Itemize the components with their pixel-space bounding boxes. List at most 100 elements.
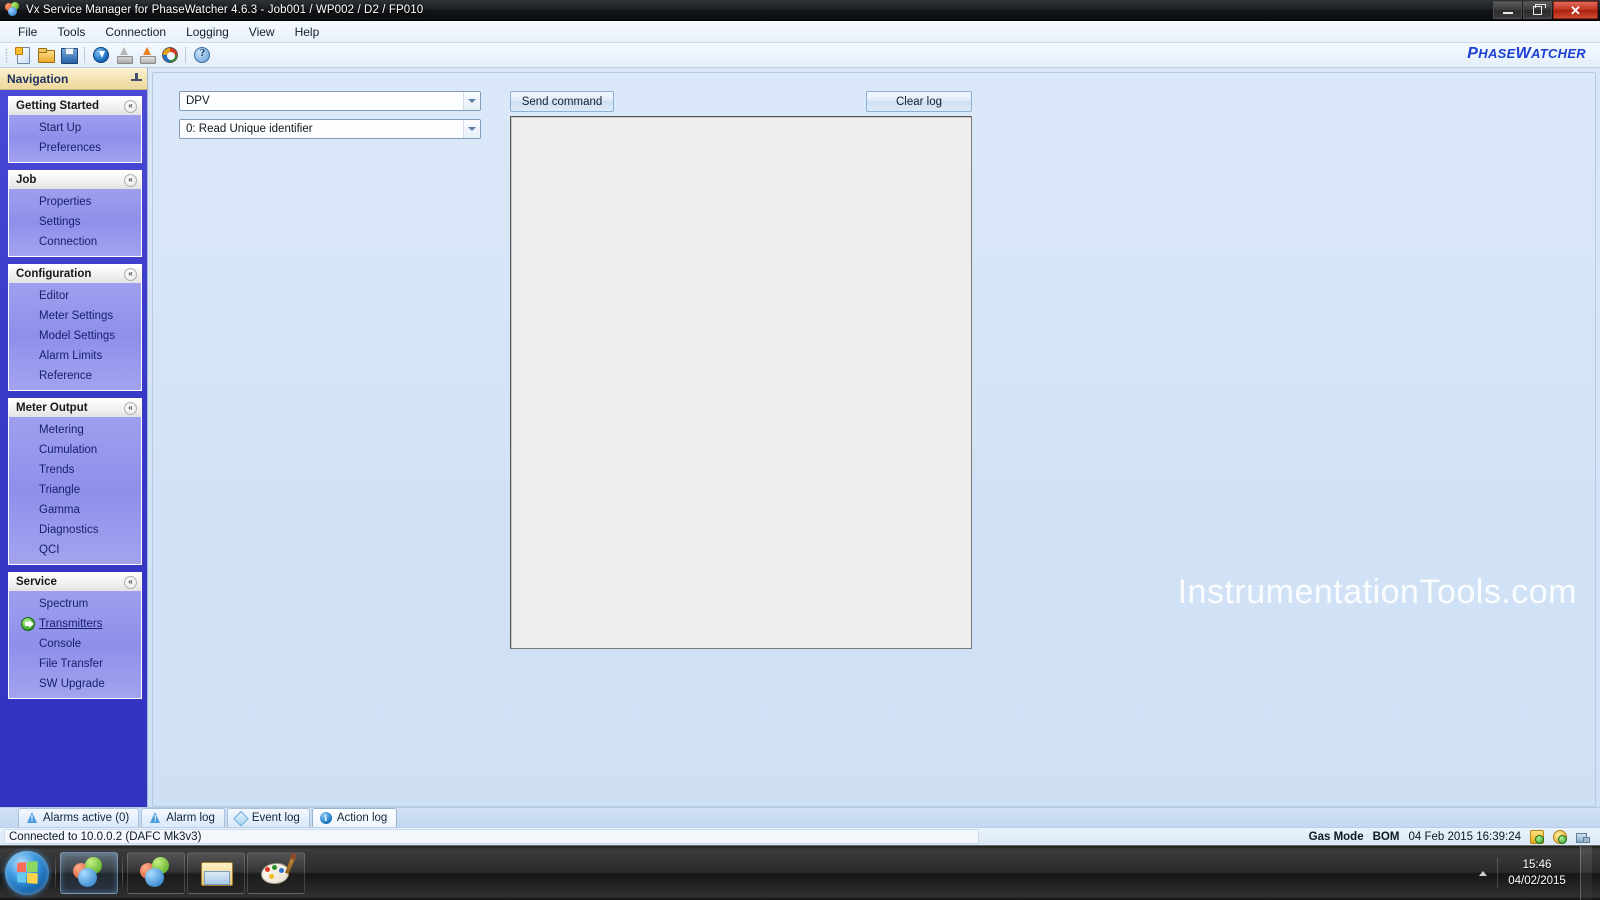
nav-group-title: Configuration <box>16 268 92 280</box>
nav-group-title: Meter Output <box>16 402 88 414</box>
menu-connection[interactable]: Connection <box>95 23 176 41</box>
menu-view[interactable]: View <box>239 23 285 41</box>
upload-disabled-icon <box>116 47 133 64</box>
help-button[interactable] <box>191 45 212 66</box>
chevron-up-icon[interactable]: « <box>124 267 137 281</box>
toolbar-separator-1 <box>84 47 85 63</box>
chevron-down-icon[interactable] <box>463 120 480 138</box>
taskbar-item-windows-explorer[interactable] <box>187 852 245 894</box>
sidebar-item-gamma[interactable]: Gamma <box>9 500 141 520</box>
window-body: Navigation Getting Started « Start Up Pr… <box>0 68 1600 807</box>
tab-event-log[interactable]: Event log <box>226 808 310 827</box>
pin-icon[interactable] <box>131 73 142 84</box>
sidebar-item-sw-upgrade[interactable]: SW Upgrade <box>9 674 141 694</box>
new-document-button[interactable] <box>12 45 33 66</box>
upload-button[interactable] <box>136 45 157 66</box>
maximize-button[interactable] <box>1523 1 1552 19</box>
tab-label: Action log <box>336 812 388 824</box>
sidebar-item-alarm-limits[interactable]: Alarm Limits <box>9 346 141 366</box>
device-select[interactable]: DPV <box>179 91 481 111</box>
navigation-sidebar: Navigation Getting Started « Start Up Pr… <box>0 68 148 807</box>
navigation-title: Navigation <box>7 71 69 86</box>
nav-group-header-meter-output[interactable]: Meter Output « <box>8 398 142 417</box>
sidebar-item-console[interactable]: Console <box>9 634 141 654</box>
nav-group-header-service[interactable]: Service « <box>8 572 142 591</box>
chevron-up-icon[interactable]: « <box>124 99 137 113</box>
chevron-up-icon[interactable]: « <box>124 401 137 415</box>
sidebar-item-trends[interactable]: Trends <box>9 460 141 480</box>
clear-log-button[interactable]: Clear log <box>866 91 972 112</box>
application-window: Vx Service Manager for PhaseWatcher 4.6.… <box>0 0 1600 845</box>
meter-status-icon[interactable] <box>1530 829 1544 844</box>
nav-group-getting-started: Getting Started « Start Up Preferences <box>8 96 142 163</box>
nav-group-items: Metering Cumulation Trends Triangle Gamm… <box>8 417 142 565</box>
sidebar-item-reference[interactable]: Reference <box>9 366 141 386</box>
tab-action-log[interactable]: Action log <box>311 808 398 827</box>
minimize-button[interactable] <box>1493 1 1522 19</box>
show-desktop-button[interactable] <box>1580 846 1592 900</box>
sidebar-item-spectrum[interactable]: Spectrum <box>9 594 141 614</box>
sidebar-item-label: Transmitters <box>39 618 103 630</box>
network-icon <box>1576 831 1590 843</box>
status-right-group: Gas Mode BOM 04 Feb 2015 16:39:24 <box>1308 829 1596 844</box>
chevron-down-icon[interactable] <box>463 92 480 110</box>
sidebar-item-properties[interactable]: Properties <box>9 192 141 212</box>
command-select[interactable]: 0: Read Unique identifier <box>179 119 481 139</box>
sidebar-item-connection[interactable]: Connection <box>9 232 141 252</box>
nav-group-title: Service <box>16 576 57 588</box>
open-folder-icon <box>37 47 55 63</box>
menu-tools[interactable]: Tools <box>47 23 95 41</box>
connection-status-icon[interactable] <box>1553 829 1567 844</box>
open-button[interactable] <box>35 45 56 66</box>
tab-alarms-active[interactable]: Alarms active (0) <box>18 808 140 827</box>
status-bar: Connected to 10.0.0.2 (DAFC Mk3v3) Gas M… <box>0 827 1600 845</box>
command-log-output[interactable] <box>510 116 972 649</box>
taskbar-item-vx-service-manager-1[interactable] <box>60 852 118 894</box>
nav-group-header-job[interactable]: Job « <box>8 170 142 189</box>
nav-group-meter-output: Meter Output « Metering Cumulation Trend… <box>8 398 142 565</box>
sidebar-item-editor[interactable]: Editor <box>9 286 141 306</box>
taskbar-item-vx-service-manager-2[interactable] <box>127 852 185 894</box>
title-bar: Vx Service Manager for PhaseWatcher 4.6.… <box>0 0 1600 21</box>
refresh-button[interactable] <box>159 45 180 66</box>
download-button[interactable] <box>90 45 111 66</box>
alarm-icon <box>26 812 38 824</box>
nav-group-configuration: Configuration « Editor Meter Settings Mo… <box>8 264 142 391</box>
start-button[interactable] <box>2 849 52 897</box>
sidebar-item-settings[interactable]: Settings <box>9 212 141 232</box>
taskbar-item-paint[interactable] <box>247 852 305 894</box>
sidebar-item-model-settings[interactable]: Model Settings <box>9 326 141 346</box>
window-controls: ✕ <box>1493 1 1598 19</box>
sidebar-item-triangle[interactable]: Triangle <box>9 480 141 500</box>
sidebar-item-meter-settings[interactable]: Meter Settings <box>9 306 141 326</box>
sidebar-item-cumulation[interactable]: Cumulation <box>9 440 141 460</box>
sidebar-item-qci[interactable]: QCI <box>9 540 141 560</box>
phasewatcher-logo: PHASEWATCHER <box>1467 45 1586 62</box>
taskbar-clock[interactable]: 15:46 04/02/2015 <box>1504 857 1570 889</box>
sidebar-item-diagnostics[interactable]: Diagnostics <box>9 520 141 540</box>
send-command-button[interactable]: Send command <box>510 91 614 112</box>
event-diamond-icon <box>232 810 249 827</box>
menu-help[interactable]: Help <box>285 23 330 41</box>
windows-logo-icon <box>17 861 38 884</box>
sidebar-item-transmitters[interactable]: Transmitters <box>9 614 141 634</box>
paint-icon <box>260 856 296 888</box>
save-button[interactable] <box>58 45 79 66</box>
sidebar-item-preferences[interactable]: Preferences <box>9 138 141 158</box>
chevron-up-icon[interactable]: « <box>124 575 137 589</box>
sidebar-item-metering[interactable]: Metering <box>9 420 141 440</box>
nav-group-header-configuration[interactable]: Configuration « <box>8 264 142 283</box>
nav-group-header-getting-started[interactable]: Getting Started « <box>8 96 142 115</box>
gas-mode-label: Gas Mode <box>1308 830 1364 843</box>
chevron-up-icon[interactable]: « <box>124 173 137 187</box>
close-button[interactable]: ✕ <box>1553 1 1598 19</box>
menu-file[interactable]: File <box>8 23 47 41</box>
sidebar-item-file-transfer[interactable]: File Transfer <box>9 654 141 674</box>
tab-alarm-log[interactable]: Alarm log <box>141 808 225 827</box>
sidebar-item-start-up[interactable]: Start Up <box>9 118 141 138</box>
show-hidden-icons-button[interactable] <box>1474 865 1491 882</box>
menu-logging[interactable]: Logging <box>176 23 239 41</box>
window-title: Vx Service Manager for PhaseWatcher 4.6.… <box>26 4 424 16</box>
menu-bar: File Tools Connection Logging View Help <box>0 21 1600 43</box>
toolbar-grip[interactable] <box>5 47 8 63</box>
